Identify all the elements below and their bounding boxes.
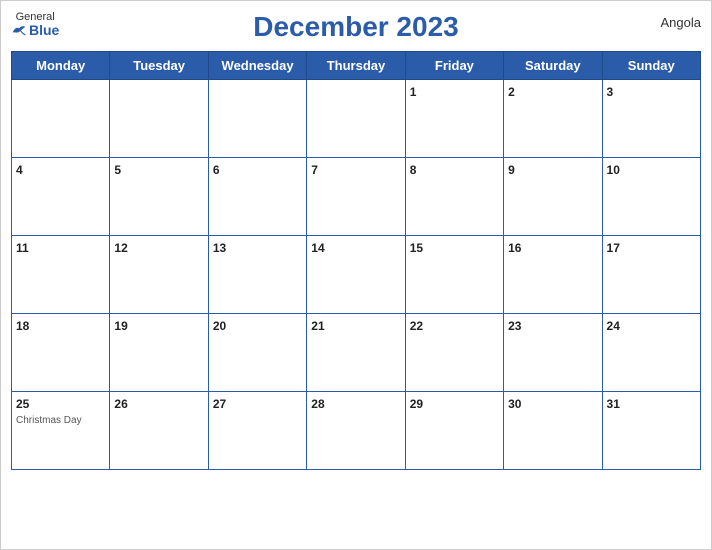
day-number: 4 bbox=[16, 163, 23, 177]
calendar-cell bbox=[307, 80, 405, 158]
calendar-cell: 3 bbox=[602, 80, 700, 158]
day-number: 25 bbox=[16, 397, 29, 411]
calendar-cell: 22 bbox=[405, 314, 503, 392]
calendar-cell: 2 bbox=[504, 80, 602, 158]
calendar-cell bbox=[208, 80, 306, 158]
day-number: 20 bbox=[213, 319, 226, 333]
logo-area: General Blue bbox=[11, 11, 59, 37]
calendar-cell: 7 bbox=[307, 158, 405, 236]
weekday-header-row: Monday Tuesday Wednesday Thursday Friday… bbox=[12, 52, 701, 80]
header-tuesday: Tuesday bbox=[110, 52, 208, 80]
day-number: 12 bbox=[114, 241, 127, 255]
day-number: 5 bbox=[114, 163, 121, 177]
day-number: 17 bbox=[607, 241, 620, 255]
day-number: 2 bbox=[508, 85, 515, 99]
header-monday: Monday bbox=[12, 52, 110, 80]
calendar-cell: 16 bbox=[504, 236, 602, 314]
day-number: 19 bbox=[114, 319, 127, 333]
day-number: 14 bbox=[311, 241, 324, 255]
day-number: 13 bbox=[213, 241, 226, 255]
week-row-3: 11 12 13 14 15 16 17 bbox=[12, 236, 701, 314]
header-sunday: Sunday bbox=[602, 52, 700, 80]
header-friday: Friday bbox=[405, 52, 503, 80]
calendar-cell: 26 bbox=[110, 392, 208, 470]
calendar-cell bbox=[110, 80, 208, 158]
day-number: 23 bbox=[508, 319, 521, 333]
week-row-2: 4 5 6 7 8 9 10 bbox=[12, 158, 701, 236]
day-number: 16 bbox=[508, 241, 521, 255]
calendar-cell: 4 bbox=[12, 158, 110, 236]
calendar-cell: 23 bbox=[504, 314, 602, 392]
logo-bird-icon bbox=[11, 24, 27, 36]
day-number: 28 bbox=[311, 397, 324, 411]
header-saturday: Saturday bbox=[504, 52, 602, 80]
day-number: 6 bbox=[213, 163, 220, 177]
calendar-cell: 11 bbox=[12, 236, 110, 314]
calendar-title: December 2023 bbox=[253, 11, 458, 43]
calendar-cell: 25 Christmas Day bbox=[12, 392, 110, 470]
calendar-cell: 28 bbox=[307, 392, 405, 470]
day-number: 3 bbox=[607, 85, 614, 99]
calendar-cell: 17 bbox=[602, 236, 700, 314]
calendar-header: General Blue December 2023 Angola bbox=[11, 11, 701, 43]
holiday-label: Christmas Day bbox=[16, 415, 105, 426]
day-number: 18 bbox=[16, 319, 29, 333]
calendar-cell: 13 bbox=[208, 236, 306, 314]
header-wednesday: Wednesday bbox=[208, 52, 306, 80]
day-number: 1 bbox=[410, 85, 417, 99]
calendar-cell: 19 bbox=[110, 314, 208, 392]
logo-blue-text: Blue bbox=[29, 23, 59, 37]
calendar-cell: 20 bbox=[208, 314, 306, 392]
week-row-5: 25 Christmas Day 26 27 28 29 30 31 bbox=[12, 392, 701, 470]
day-number: 31 bbox=[607, 397, 620, 411]
calendar-grid: Monday Tuesday Wednesday Thursday Friday… bbox=[11, 51, 701, 470]
calendar-cell: 24 bbox=[602, 314, 700, 392]
calendar-cell: 29 bbox=[405, 392, 503, 470]
calendar-cell: 18 bbox=[12, 314, 110, 392]
calendar-cell: 5 bbox=[110, 158, 208, 236]
day-number: 11 bbox=[16, 241, 29, 255]
day-number: 8 bbox=[410, 163, 417, 177]
day-number: 29 bbox=[410, 397, 423, 411]
calendar-cell: 15 bbox=[405, 236, 503, 314]
day-number: 30 bbox=[508, 397, 521, 411]
day-number: 26 bbox=[114, 397, 127, 411]
calendar-cell: 9 bbox=[504, 158, 602, 236]
day-number: 7 bbox=[311, 163, 318, 177]
day-number: 27 bbox=[213, 397, 226, 411]
header-thursday: Thursday bbox=[307, 52, 405, 80]
week-row-4: 18 19 20 21 22 23 24 bbox=[12, 314, 701, 392]
calendar-cell: 30 bbox=[504, 392, 602, 470]
calendar-cell: 14 bbox=[307, 236, 405, 314]
calendar-cell: 1 bbox=[405, 80, 503, 158]
calendar-cell: 31 bbox=[602, 392, 700, 470]
week-row-1: 1 2 3 bbox=[12, 80, 701, 158]
calendar-cell: 6 bbox=[208, 158, 306, 236]
calendar-cell: 12 bbox=[110, 236, 208, 314]
day-number: 22 bbox=[410, 319, 423, 333]
calendar-cell: 27 bbox=[208, 392, 306, 470]
country-label: Angola bbox=[661, 15, 701, 30]
day-number: 15 bbox=[410, 241, 423, 255]
calendar-cell bbox=[12, 80, 110, 158]
calendar-cell: 21 bbox=[307, 314, 405, 392]
calendar-cell: 10 bbox=[602, 158, 700, 236]
day-number: 10 bbox=[607, 163, 620, 177]
calendar-cell: 8 bbox=[405, 158, 503, 236]
day-number: 9 bbox=[508, 163, 515, 177]
day-number: 24 bbox=[607, 319, 620, 333]
calendar-container: General Blue December 2023 Angola Monday… bbox=[0, 0, 712, 550]
day-number: 21 bbox=[311, 319, 324, 333]
